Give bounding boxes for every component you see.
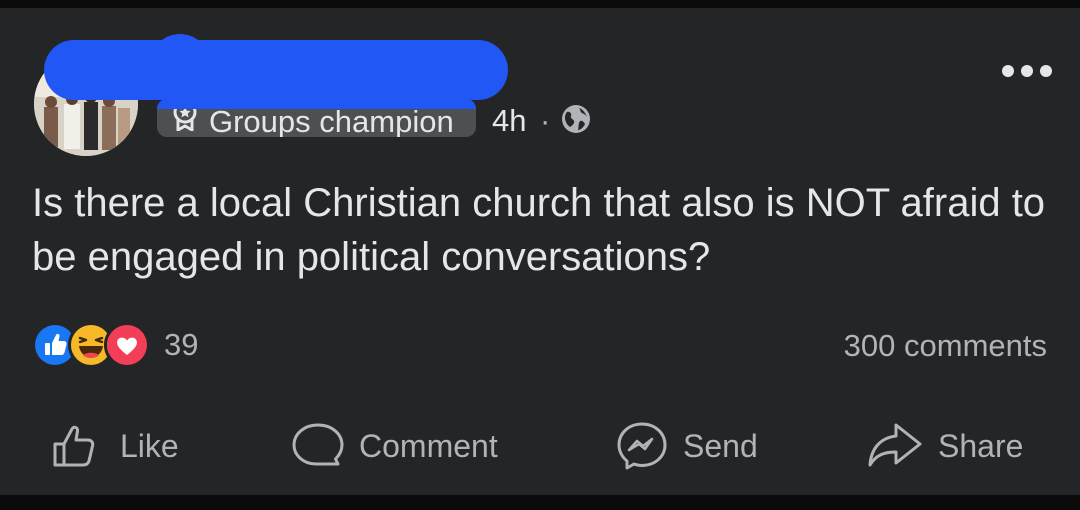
post-timestamp[interactable]: 4h	[492, 103, 526, 139]
like-button[interactable]: Like	[52, 420, 179, 472]
send-label: Send	[683, 427, 758, 464]
comment-button[interactable]: Comment	[291, 420, 498, 472]
groups-champion-badge[interactable]: Groups champion	[157, 99, 476, 137]
reaction-count: 39	[164, 327, 199, 362]
share-arrow-icon	[866, 422, 924, 470]
more-dot	[1002, 65, 1014, 77]
badge-redaction-overlap	[157, 99, 476, 109]
love-reaction-icon	[104, 322, 150, 368]
comment-label: Comment	[359, 427, 498, 464]
name-redaction	[44, 40, 508, 100]
globe-icon[interactable]	[560, 103, 592, 135]
comment-bubble-icon	[291, 422, 345, 470]
messenger-icon	[615, 421, 669, 471]
share-label: Share	[938, 427, 1024, 464]
more-dot	[1040, 65, 1052, 77]
more-dot	[1021, 65, 1033, 77]
name-redaction-edge	[150, 34, 210, 64]
post-card: Groups champion 4h · Is there a local Ch…	[0, 8, 1080, 495]
comments-count-link[interactable]: 300 comments	[844, 328, 1047, 364]
more-options-icon[interactable]	[1002, 63, 1052, 79]
send-button[interactable]: Send	[615, 420, 758, 472]
thumbs-up-icon	[52, 424, 106, 468]
badge-label: Groups champion	[209, 103, 454, 137]
post-body-text: Is there a local Christian church that a…	[32, 181, 1046, 279]
reactions-summary[interactable]: 39	[32, 322, 199, 368]
meta-separator: ·	[540, 103, 551, 138]
share-button[interactable]: Share	[866, 420, 1023, 472]
like-label: Like	[120, 427, 179, 464]
post-action-bar: Like Comment Send Share	[0, 420, 1080, 472]
